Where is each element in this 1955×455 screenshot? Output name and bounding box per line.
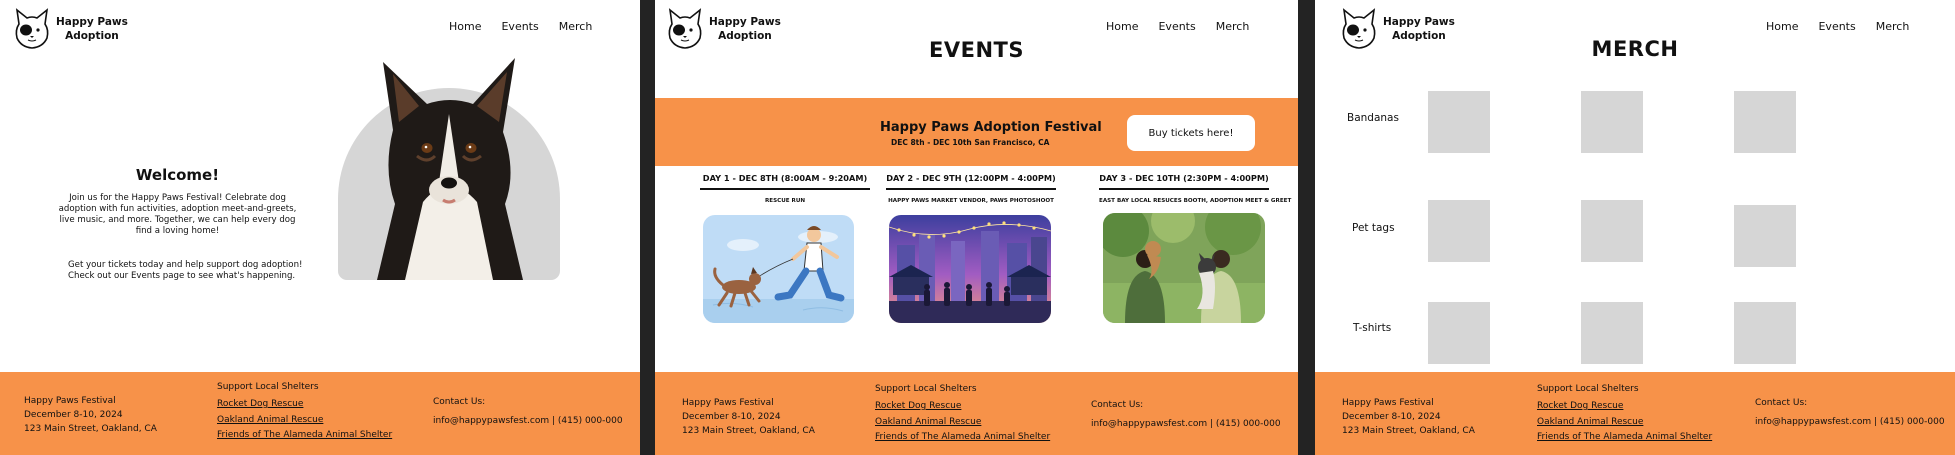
banner-subtitle: DEC 8th - DEC 10th San Francisco, CA: [891, 138, 1050, 147]
shelter-link-rocket-dog[interactable]: Rocket Dog Rescue: [875, 399, 1050, 413]
merch-item-pet-tag-3[interactable]: [1734, 205, 1796, 267]
day-1-activities: RESCUE RUN: [764, 198, 806, 204]
footer-info: Happy Paws Festival December 8-10, 2024 …: [1342, 396, 1475, 438]
site-logo[interactable]: Happy Paws Adoption: [14, 8, 128, 50]
footer-festival-name: Happy Paws Festival: [1342, 398, 1434, 408]
day-2-activities: HAPPY PAWS MARKET VENDOR, PAWS PHOTOSHOO…: [888, 198, 1054, 204]
footer-shelters: Support Local Shelters Rocket Dog Rescue…: [1537, 382, 1712, 446]
adoption-meet-image: [1103, 213, 1265, 323]
footer-support-title: Support Local Shelters: [1537, 384, 1639, 394]
cat-logo-icon: [15, 8, 49, 49]
footer-contact-title: Contact Us:: [1091, 400, 1144, 410]
footer-contact-info[interactable]: info@happypawsfest.com | (415) 000-000: [1091, 417, 1281, 431]
day-2-title: DAY 2 - DEC 9TH (12:00PM - 4:00PM): [886, 173, 1056, 190]
day-1-schedule: DAY 1 - DEC 8TH (8:00AM - 9:20AM) RESCUE…: [700, 173, 870, 204]
nav-merch-link[interactable]: Merch: [1876, 20, 1910, 33]
page-title: MERCH: [1591, 37, 1679, 61]
footer-dates: December 8-10, 2024: [1342, 412, 1441, 422]
welcome-intro: Join us for the Happy Paws Festival! Cel…: [58, 193, 297, 236]
site-footer: Happy Paws Festival December 8-10, 2024 …: [0, 372, 640, 455]
footer-festival-name: Happy Paws Festival: [24, 396, 116, 406]
merch-item-pet-tag-2[interactable]: [1581, 200, 1643, 262]
footer-contact-title: Contact Us:: [433, 397, 486, 407]
day-2-schedule: DAY 2 - DEC 9TH (12:00PM - 4:00PM) HAPPY…: [886, 173, 1056, 204]
site-footer: Happy Paws Festival December 8-10, 2024 …: [1315, 372, 1955, 455]
day-3-schedule: DAY 3 - DEC 10TH (2:30PM - 4:00PM) EAST …: [1099, 173, 1292, 204]
banner-title: Happy Paws Adoption Festival: [880, 120, 1102, 135]
nav-events-link[interactable]: Events: [1158, 20, 1195, 33]
nav-events-link[interactable]: Events: [501, 20, 538, 33]
shelter-link-oakland[interactable]: Oakland Animal Rescue: [1537, 415, 1712, 429]
merch-category-pet-tags: Pet tags: [1352, 222, 1395, 234]
footer-contact: Contact Us: info@happypawsfest.com | (41…: [1755, 396, 1945, 429]
merch-page: Happy Paws Adoption Home Events Merch ME…: [1315, 0, 1955, 455]
footer-support-title: Support Local Shelters: [875, 384, 977, 394]
merch-item-bandana-2[interactable]: [1581, 91, 1643, 153]
merch-item-tshirt-2[interactable]: [1581, 302, 1643, 364]
tickets-text: Get your tickets today and help support …: [68, 260, 303, 281]
home-page: Happy Paws Adoption Home Events Merch We…: [0, 0, 640, 455]
footer-address: 123 Main Street, Oakland, CA: [24, 424, 157, 434]
day-1-title: DAY 1 - DEC 8TH (8:00AM - 9:20AM): [700, 173, 870, 190]
rescue-run-image: [703, 215, 854, 323]
nav-home-link[interactable]: Home: [1766, 20, 1798, 33]
welcome-heading: Welcome!: [135, 166, 220, 184]
footer-address: 123 Main Street, Oakland, CA: [682, 426, 815, 436]
day-3-activities: EAST BAY LOCAL RESUCES BOOTH, ADOPTION M…: [1099, 198, 1292, 204]
nav-merch-link[interactable]: Merch: [559, 20, 593, 33]
footer-address: 123 Main Street, Oakland, CA: [1342, 426, 1475, 436]
main-nav: Home Events Merch: [1106, 20, 1249, 33]
merch-item-bandana-1[interactable]: [1428, 91, 1490, 153]
buy-tickets-button[interactable]: Buy tickets here!: [1127, 115, 1255, 151]
footer-contact-info[interactable]: info@happypawsfest.com | (415) 000-000: [433, 414, 623, 428]
merch-item-tshirt-3[interactable]: [1734, 302, 1796, 364]
footer-support-title: Support Local Shelters: [217, 382, 319, 392]
events-page: Happy Paws Adoption Home Events Merch EV…: [655, 0, 1298, 455]
festival-banner: Happy Paws Adoption Festival DEC 8th - D…: [655, 98, 1298, 166]
merch-item-bandana-3[interactable]: [1734, 91, 1796, 153]
market-night-image: [889, 215, 1051, 323]
shelter-link-oakland[interactable]: Oakland Animal Rescue: [875, 415, 1050, 429]
main-nav: Home Events Merch: [1766, 20, 1909, 33]
border-collie-image: [377, 58, 523, 280]
footer-info: Happy Paws Festival December 8-10, 2024 …: [682, 396, 815, 438]
nav-merch-link[interactable]: Merch: [1216, 20, 1250, 33]
shelter-link-rocket-dog[interactable]: Rocket Dog Rescue: [217, 397, 392, 411]
page-title: EVENTS: [929, 38, 1024, 62]
merch-category-tshirts: T-shirts: [1353, 322, 1392, 334]
footer-contact: Contact Us: info@happypawsfest.com | (41…: [433, 395, 623, 428]
shelter-link-alameda[interactable]: Friends of The Alameda Animal Shelter: [875, 430, 1050, 444]
footer-festival-name: Happy Paws Festival: [682, 398, 774, 408]
merch-item-tshirt-1[interactable]: [1428, 302, 1490, 364]
site-footer: Happy Paws Festival December 8-10, 2024 …: [655, 372, 1298, 455]
nav-home-link[interactable]: Home: [449, 20, 481, 33]
shelter-link-alameda[interactable]: Friends of The Alameda Animal Shelter: [1537, 430, 1712, 444]
footer-shelters: Support Local Shelters Rocket Dog Rescue…: [217, 380, 392, 444]
merch-category-bandanas: Bandanas: [1347, 112, 1399, 124]
shelter-link-alameda[interactable]: Friends of The Alameda Animal Shelter: [217, 428, 392, 442]
shelter-link-rocket-dog[interactable]: Rocket Dog Rescue: [1537, 399, 1712, 413]
merch-item-pet-tag-1[interactable]: [1428, 200, 1490, 262]
nav-home-link[interactable]: Home: [1106, 20, 1138, 33]
footer-dates: December 8-10, 2024: [24, 410, 123, 420]
footer-info: Happy Paws Festival December 8-10, 2024 …: [24, 394, 157, 436]
nav-events-link[interactable]: Events: [1818, 20, 1855, 33]
footer-shelters: Support Local Shelters Rocket Dog Rescue…: [875, 382, 1050, 446]
logo-text: Happy Paws Adoption: [56, 16, 128, 42]
main-nav: Home Events Merch: [449, 20, 592, 33]
footer-contact-info[interactable]: info@happypawsfest.com | (415) 000-000: [1755, 415, 1945, 429]
footer-contact-title: Contact Us:: [1755, 398, 1808, 408]
footer-contact: Contact Us: info@happypawsfest.com | (41…: [1091, 398, 1281, 431]
footer-dates: December 8-10, 2024: [682, 412, 781, 422]
shelter-link-oakland[interactable]: Oakland Animal Rescue: [217, 413, 392, 427]
day-3-title: DAY 3 - DEC 10TH (2:30PM - 4:00PM): [1099, 173, 1269, 190]
